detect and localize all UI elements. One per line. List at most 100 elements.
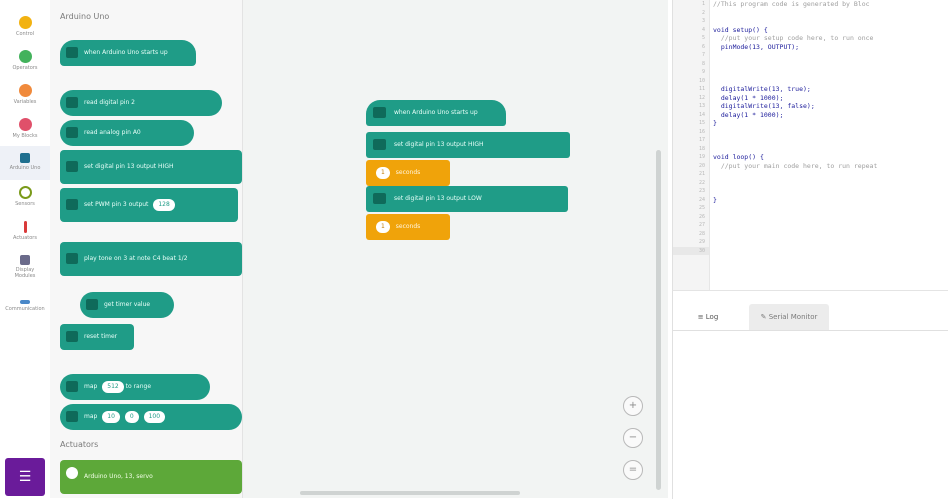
workspace-block[interactable]: set digital pin 13 output HIGH	[366, 132, 570, 158]
board-icon	[20, 153, 30, 163]
palette-block[interactable]: map 512 to range	[60, 374, 210, 400]
line-number: 1	[701, 1, 705, 7]
workspace-block[interactable]: set digital pin 13 output LOW	[366, 186, 568, 212]
tab-divider	[673, 330, 948, 331]
block-label: when Arduino Uno starts up	[84, 49, 168, 56]
block-label: reset timer	[84, 333, 118, 340]
palette-block[interactable]: get timer value	[80, 292, 174, 318]
line-number: 7	[701, 52, 705, 58]
workspace-wait-block[interactable]: 1 seconds	[366, 160, 450, 186]
board-icon	[86, 299, 98, 310]
palette-block[interactable]: when Arduino Uno starts up	[60, 40, 196, 66]
board-icon	[373, 107, 386, 118]
block-label: set digital pin 13 output LOW	[394, 195, 482, 202]
board-icon	[66, 47, 78, 58]
tab-serial-monitor[interactable]: ✎ Serial Monitor	[749, 304, 829, 330]
monitor-icon: ✎	[760, 313, 769, 321]
control-icon	[18, 16, 32, 29]
category-communication[interactable]: Communication	[0, 290, 50, 324]
block-label: when Arduino Uno starts up	[394, 109, 478, 116]
code-line: delay(1 * 1000);	[713, 93, 784, 102]
block-input[interactable]: 1	[376, 167, 390, 179]
workspace-horizontal-scrollbar[interactable]	[300, 491, 520, 495]
block-label: read digital pin 2	[84, 99, 135, 106]
block-input[interactable]: 128	[153, 199, 175, 211]
category-control[interactable]: Control	[0, 10, 50, 44]
code-area[interactable]: //This program code is generated by Bloc…	[713, 0, 948, 255]
section-title: Actuators	[60, 440, 99, 449]
variables-icon	[18, 84, 32, 97]
category-label: Control	[15, 31, 35, 37]
block-label: map	[84, 413, 98, 420]
line-number: 30	[673, 246, 709, 255]
extension-icon[interactable]: ☰	[5, 458, 45, 496]
block-label: set digital pin 13 output HIGH	[84, 163, 174, 170]
block-label: play tone on 3 at note C4 beat 1/2	[84, 255, 188, 262]
code-line: delay(1 * 1000);	[713, 110, 784, 119]
category-sensors[interactable]: Sensors	[0, 180, 50, 214]
workspace-vertical-scrollbar[interactable]	[656, 150, 661, 490]
palette-block[interactable]: set digital pin 13 output HIGH	[60, 150, 242, 184]
board-icon	[66, 381, 78, 392]
palette-block[interactable]: read analog pin A0	[60, 120, 194, 146]
workspace-hat-block[interactable]: when Arduino Uno starts up	[366, 100, 506, 126]
line-number: 8	[701, 60, 705, 67]
category-actuators[interactable]: Actuators	[0, 214, 50, 248]
category-arduino-uno[interactable]: Arduino Uno	[0, 146, 50, 180]
block-flyout: Arduino Uno when Arduino Uno starts up r…	[50, 0, 243, 498]
line-number: 16	[698, 128, 705, 135]
palette-block[interactable]: read digital pin 2	[60, 90, 222, 116]
block-input[interactable]: 0	[124, 411, 139, 423]
palette-block[interactable]: reset timer	[60, 324, 134, 350]
category-display-modules[interactable]: Display Modules	[0, 248, 50, 288]
tab-label: Log	[705, 313, 719, 321]
block-input[interactable]: 512	[102, 381, 124, 393]
workspace-wait-block[interactable]: 1 seconds	[366, 214, 450, 240]
category-my-blocks[interactable]: My Blocks	[0, 112, 50, 146]
block-input[interactable]: 1	[376, 221, 390, 233]
code-editor[interactable]: 1 2 3 4 5 6 7 8 9 10 11 12 13 14 15 16 17 18 19 20 21 22 23 24 2…	[672, 0, 948, 290]
code-line: digitalWrite(13, true);	[713, 85, 811, 93]
line-number: 24	[698, 196, 705, 203]
sensor-icon	[18, 186, 32, 199]
code-line: //put your main code here, to run repeat	[713, 161, 878, 170]
category-label: Communication	[5, 306, 45, 312]
line-number-gutter: 1 2 3 4 5 6 7 8 9 10 11 12 13 14 15 16 17 18 19 20 21 22 23 24 2…	[673, 0, 710, 290]
tab-log[interactable]: ≡ Log	[673, 304, 743, 330]
zoom-out-icon[interactable]: −	[623, 428, 643, 448]
palette-block[interactable]: play tone on 3 at note C4 beat 1/2	[60, 242, 242, 276]
line-number: 14	[698, 111, 705, 118]
line-number: 13	[698, 103, 705, 109]
line-number: 20	[698, 162, 705, 169]
block-label: get timer value	[104, 301, 151, 308]
category-label: My Blocks	[12, 133, 38, 139]
line-number: 11	[698, 86, 705, 92]
block-label: set PWM pin 3 output	[84, 201, 149, 208]
block-input[interactable]: 10	[102, 411, 120, 423]
code-line: pinMode(13, OUTPUT);	[713, 42, 800, 51]
zoom-in-icon[interactable]: +	[623, 396, 643, 416]
category-label: Display Modules	[14, 267, 36, 279]
palette-block[interactable]: map 10 0 100	[60, 404, 242, 430]
line-number: 21	[698, 171, 705, 177]
workspace[interactable]: when Arduino Uno starts up set digital p…	[243, 0, 668, 498]
category-operators[interactable]: Operators	[0, 44, 50, 78]
line-number: 10	[698, 77, 705, 84]
palette-block[interactable]: Arduino Uno, 13, servo	[60, 460, 242, 494]
code-line: //This program code is generated by Bloc	[713, 0, 870, 8]
code-line: //put your setup code here, to run once	[713, 34, 874, 42]
category-variables[interactable]: Variables	[0, 78, 50, 112]
block-input[interactable]: 100	[143, 411, 166, 423]
code-line: }	[713, 195, 717, 204]
palette-block[interactable]: set PWM pin 3 output 128	[60, 188, 238, 222]
reset-zoom-icon[interactable]: =	[623, 460, 643, 480]
board-icon	[66, 253, 78, 264]
line-number: 19	[698, 154, 705, 160]
line-number: 18	[698, 145, 705, 152]
board-icon	[66, 331, 78, 342]
